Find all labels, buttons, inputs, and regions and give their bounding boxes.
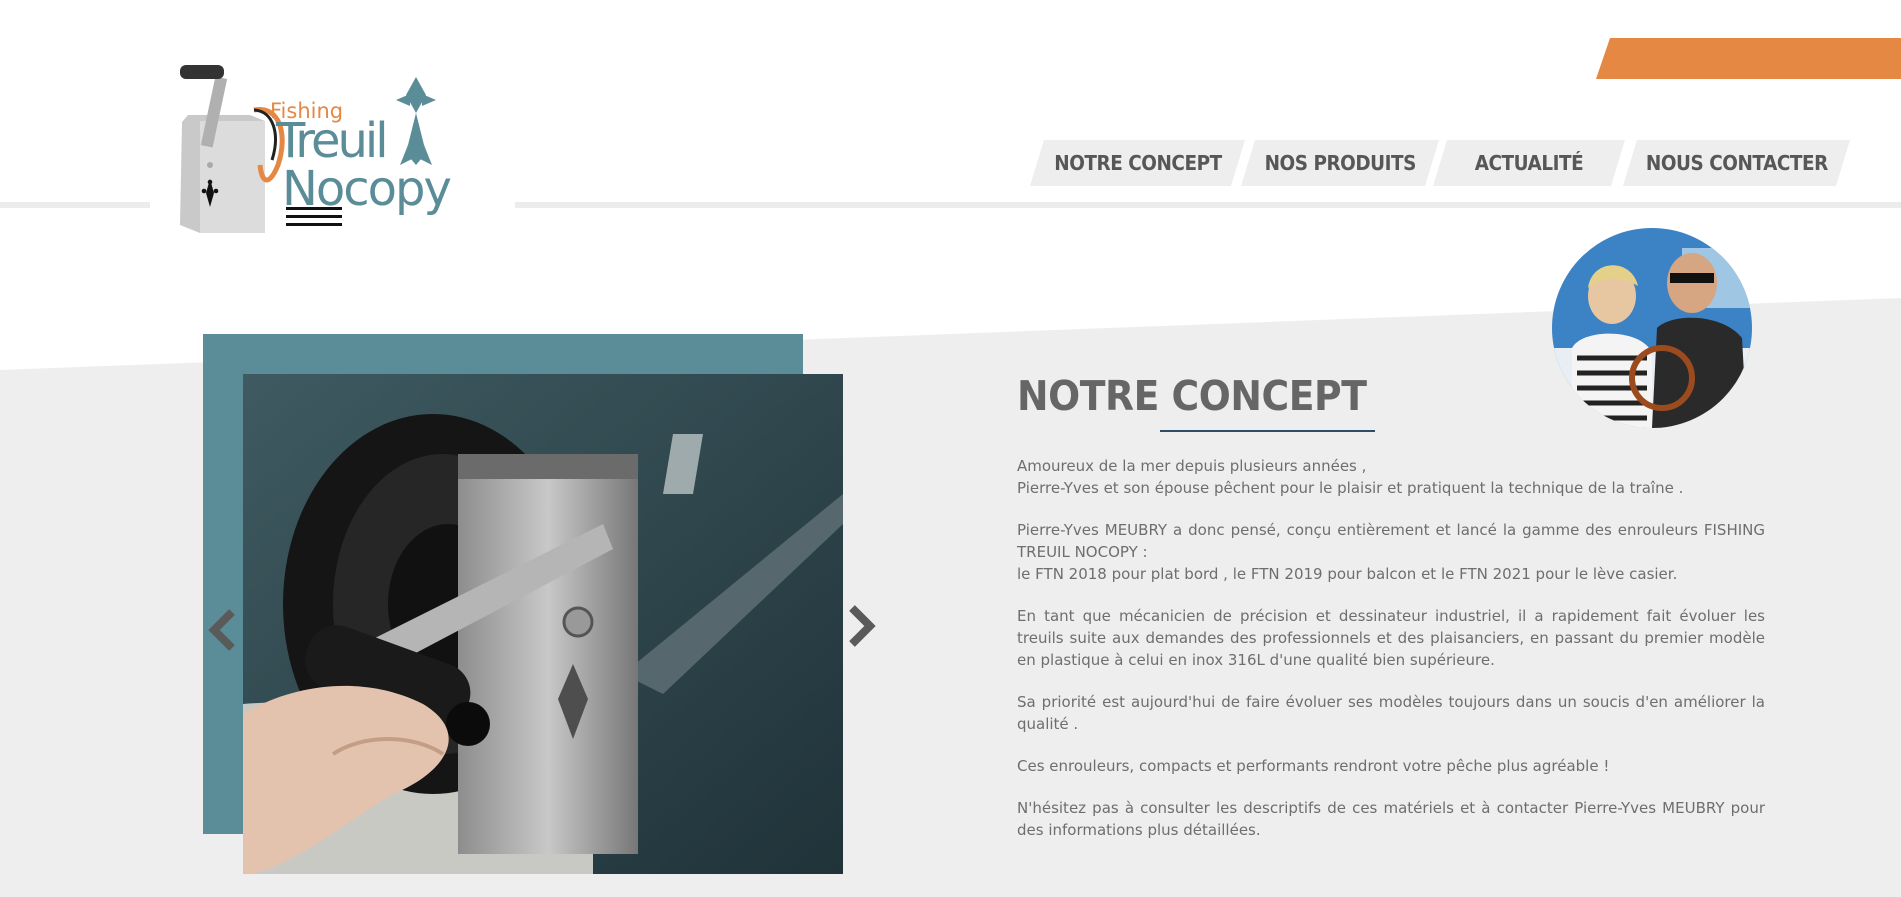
paragraph: Ces enrouleurs, compacts et performants …: [1017, 755, 1765, 777]
slider-image: [243, 374, 843, 874]
text-line: N'hésitez pas à consulter les descriptif…: [1017, 799, 1765, 839]
text-line: Sa priorité est aujourd'hui de faire évo…: [1017, 693, 1765, 733]
paragraph: Pierre-Yves MEUBRY a donc pensé, conçu e…: [1017, 519, 1765, 585]
header-accent-bar: [1596, 38, 1901, 79]
chevron-right-icon[interactable]: [842, 602, 882, 650]
paragraph: En tant que mécanicien de précision et d…: [1017, 605, 1765, 671]
chevron-left-icon[interactable]: [202, 606, 242, 654]
nav-item-actualite[interactable]: ACTUALITÉ: [1433, 140, 1625, 186]
text-line: Amoureux de la mer depuis plusieurs anné…: [1017, 457, 1367, 475]
nav-label: ACTUALITÉ: [1474, 151, 1584, 175]
paragraph: Sa priorité est aujourd'hui de faire évo…: [1017, 691, 1765, 735]
nav-item-nos-produits[interactable]: NOS PRODUITS: [1241, 140, 1439, 186]
paragraph: N'hésitez pas à consulter les descriptif…: [1017, 797, 1765, 841]
nav-item-nous-contacter[interactable]: NOUS CONTACTER: [1623, 140, 1850, 186]
text-line: Pierre-Yves et son épouse pêchent pour l…: [1017, 479, 1684, 497]
nav-item-notre-concept[interactable]: NOTRE CONCEPT: [1030, 140, 1245, 186]
text-line: Pierre-Yves MEUBRY a donc pensé, conçu e…: [1017, 521, 1765, 561]
brand-logo[interactable]: Fishing Treuil Nocopy: [170, 55, 490, 245]
text-line: En tant que mécanicien de précision et d…: [1017, 607, 1765, 669]
text-line: Ces enrouleurs, compacts et performants …: [1017, 757, 1610, 775]
concept-text: Amoureux de la mer depuis plusieurs anné…: [1017, 455, 1765, 861]
text-line: le FTN 2018 pour plat bord , le FTN 2019…: [1017, 565, 1678, 583]
title-underline: [1160, 430, 1375, 432]
nav-label: NOUS CONTACTER: [1645, 151, 1828, 175]
section-title: NOTRE CONCEPT: [1017, 372, 1367, 420]
paragraph: Amoureux de la mer depuis plusieurs anné…: [1017, 455, 1765, 499]
nav-label: NOTRE CONCEPT: [1053, 151, 1222, 175]
owners-photo: [1552, 228, 1752, 428]
nav-label: NOS PRODUITS: [1264, 151, 1416, 175]
